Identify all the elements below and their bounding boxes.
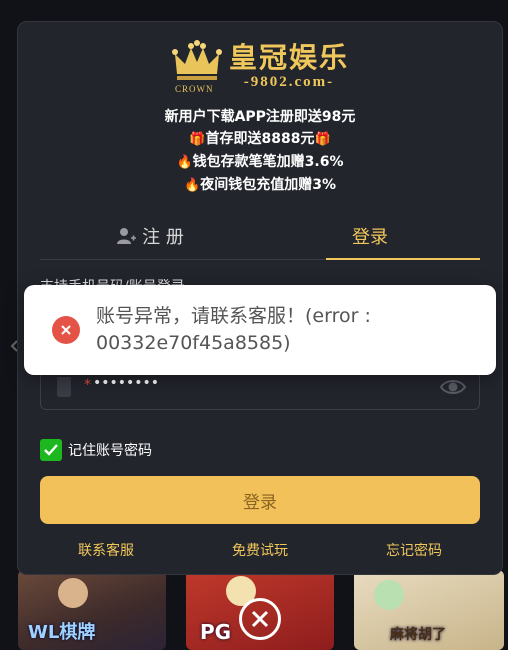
gift-icon: 🎁 — [189, 132, 206, 147]
promo-line-text: 首存即送8888元 — [205, 131, 315, 147]
remember-label: 记住账号密码 — [68, 443, 152, 459]
game-tile-mahjong[interactable]: 麻将胡了 — [354, 570, 504, 650]
remember-checkbox[interactable] — [40, 439, 62, 461]
footer-links: 联系客服 免费试玩 忘记密码 — [40, 540, 480, 560]
contact-support-link[interactable]: 联系客服 — [78, 540, 134, 560]
brand-logo: CROWN 皇冠娱乐 -9802.com- — [18, 38, 502, 94]
error-message: 账号异常，请联系客服！(error : 00332e70f45a8585) — [96, 305, 371, 354]
fire-icon: 🔥 — [176, 155, 193, 170]
eye-icon[interactable] — [439, 375, 467, 399]
fire-icon: 🔥 — [184, 178, 201, 193]
close-modal-button[interactable] — [239, 598, 281, 640]
game-tile-label: 麻将胡了 — [390, 627, 446, 643]
tab-register[interactable]: 注 册 — [40, 212, 260, 259]
tab-login[interactable]: 登录 — [260, 212, 480, 260]
lock-icon — [57, 377, 71, 397]
error-toast: 账号异常，请联系客服！(error : 00332e70f45a8585) — [24, 285, 496, 375]
required-star: * — [84, 377, 91, 393]
brand-domain: -9802.com- — [243, 73, 335, 90]
error-icon — [52, 316, 80, 344]
tab-login-label: 登录 — [352, 226, 388, 248]
game-tile-wl[interactable]: WL棋牌 — [18, 570, 166, 650]
password-value: •••••••• — [93, 375, 160, 391]
crown-icon: CROWN — [171, 40, 223, 94]
close-icon — [251, 610, 269, 628]
check-icon — [44, 444, 58, 456]
game-character-image — [58, 578, 88, 608]
user-add-icon — [117, 227, 137, 244]
tab-register-label: 注 册 — [142, 226, 184, 248]
brand-name: 皇冠娱乐 — [228, 40, 349, 74]
gift-icon: 🎁 — [314, 132, 331, 147]
mahjong-tile-image — [374, 580, 404, 610]
crown-label: CROWN — [174, 84, 214, 94]
forgot-password-link[interactable]: 忘记密码 — [386, 540, 442, 560]
promo-line: 🔥夜间钱包充值加赠3% — [18, 174, 502, 197]
login-button[interactable]: 登录 — [40, 476, 480, 524]
remember-me[interactable]: 记住账号密码 — [40, 439, 152, 461]
promo-line-text: 钱包存款笔笔加赠3.6% — [192, 154, 344, 170]
promo-line-text: 夜间钱包充值加赠3% — [200, 177, 336, 193]
promo-line: 🎁首存即送8888元🎁 — [18, 128, 502, 151]
promo-line: 新用户下载APP注册即送98元 — [164, 109, 356, 125]
promo-line: 🔥钱包存款笔笔加赠3.6% — [18, 151, 502, 174]
free-trial-link[interactable]: 免费试玩 — [232, 540, 288, 560]
game-tile-label: PG — [200, 620, 232, 644]
promo-text: 新用户下载APP注册即送98元 🎁首存即送8888元🎁 🔥钱包存款笔笔加赠3.6… — [18, 106, 502, 197]
game-tile-label: WL棋牌 — [28, 622, 96, 643]
auth-tabs: 注 册 登录 — [40, 212, 480, 260]
